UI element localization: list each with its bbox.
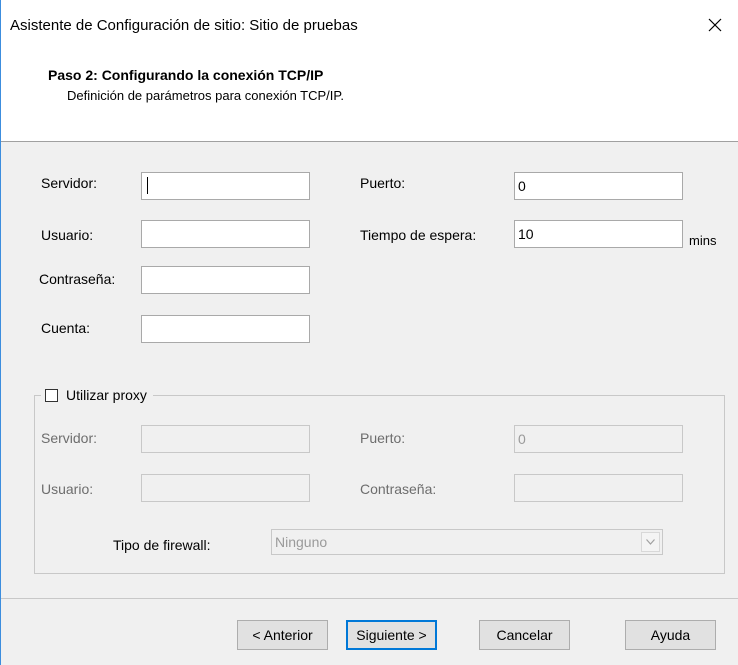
port-input[interactable] <box>514 172 683 200</box>
chevron-down-icon <box>646 539 655 545</box>
account-input[interactable] <box>141 315 310 343</box>
firewall-type-select[interactable]: Ninguno <box>271 529 663 555</box>
firewall-selected-value: Ninguno <box>275 534 328 550</box>
proxy-checkbox-label: Utilizar proxy <box>66 387 147 403</box>
wizard-dialog: Asistente de Configuración de sitio: Sit… <box>0 0 738 665</box>
window-title: Asistente de Configuración de sitio: Sit… <box>10 17 358 34</box>
proxy-server-input[interactable] <box>141 425 310 453</box>
proxy-password-label: Contraseña: <box>360 481 437 497</box>
text-caret <box>147 177 148 194</box>
firewall-label: Tipo de firewall: <box>113 537 211 553</box>
password-label: Contraseña: <box>39 271 116 287</box>
password-input[interactable] <box>141 266 310 294</box>
proxy-server-label: Servidor: <box>41 430 98 446</box>
help-button[interactable]: Ayuda <box>625 620 716 650</box>
proxy-user-input[interactable] <box>141 474 310 502</box>
timeout-input[interactable] <box>514 220 683 248</box>
next-button[interactable]: Siguiente > <box>346 620 437 650</box>
close-button[interactable] <box>692 10 738 40</box>
proxy-port-input[interactable] <box>514 425 683 453</box>
dropdown-arrow-button[interactable] <box>641 532 660 552</box>
server-input[interactable] <box>141 172 310 200</box>
proxy-user-label: Usuario: <box>41 481 94 497</box>
timeout-unit: mins <box>689 233 717 248</box>
back-button[interactable]: < Anterior <box>237 620 328 650</box>
footer-divider <box>1 598 738 599</box>
step-subtitle: Definición de parámetros para conexión T… <box>67 88 345 103</box>
proxy-checkbox[interactable] <box>45 388 58 402</box>
close-icon <box>708 18 722 32</box>
user-input[interactable] <box>141 220 310 248</box>
proxy-port-label: Puerto: <box>360 430 406 446</box>
port-label: Puerto: <box>360 175 406 191</box>
proxy-password-input[interactable] <box>514 474 683 502</box>
user-label: Usuario: <box>41 227 94 243</box>
timeout-label: Tiempo de espera: <box>360 227 477 243</box>
account-label: Cuenta: <box>41 320 91 336</box>
proxy-toggle[interactable]: Utilizar proxy <box>41 385 153 405</box>
cancel-button[interactable]: Cancelar <box>479 620 570 650</box>
server-label: Servidor: <box>41 175 98 191</box>
wizard-header: Paso 2: Configurando la conexión TCP/IP … <box>1 55 738 142</box>
title-bar: Asistente de Configuración de sitio: Sit… <box>1 0 738 55</box>
step-title: Paso 2: Configurando la conexión TCP/IP <box>48 67 324 83</box>
